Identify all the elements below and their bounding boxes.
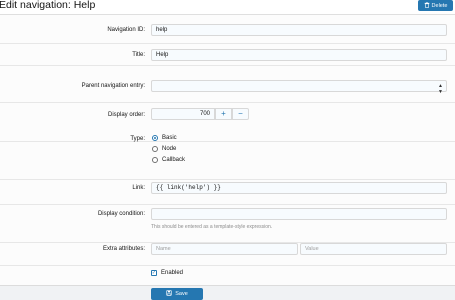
increment-button[interactable]: + <box>215 108 232 120</box>
display-order-label: Display order: <box>107 112 145 118</box>
type-option-callback[interactable]: Callback <box>152 157 185 163</box>
extra-attributes-row: Extra attributes: Name Value <box>0 243 455 266</box>
enabled-checkbox[interactable]: ✓ <box>151 270 157 276</box>
type-row: Basic Node Callback <box>0 135 455 180</box>
select-caret-icon: ▲ ▼ <box>438 83 443 95</box>
delete-button[interactable]: Delete <box>418 0 453 11</box>
edit-navigation-form: Navigation ID: help Title: Help Parent n… <box>0 14 455 289</box>
navigation-id-label: Navigation ID: <box>107 27 145 33</box>
radio-basic[interactable] <box>152 135 158 141</box>
radio-node[interactable] <box>152 146 158 152</box>
page-title: Edit navigation: Help <box>0 0 96 11</box>
enabled-option[interactable]: ✓ Enabled <box>151 270 183 276</box>
attribute-name-input[interactable]: Name <box>151 243 298 255</box>
trash-icon <box>424 1 430 10</box>
link-input[interactable]: {{ link('help') }} <box>151 182 447 194</box>
enabled-row: ✓ Enabled <box>0 266 455 286</box>
radio-callback[interactable] <box>152 157 158 163</box>
save-button-label: Save <box>175 291 188 297</box>
page-header: Edit navigation: Help Delete <box>0 0 455 13</box>
save-icon <box>166 290 172 298</box>
type-option-basic[interactable]: Basic <box>152 135 177 141</box>
title-input[interactable]: Help <box>151 49 447 61</box>
link-row: Link: {{ link('help') }} <box>0 180 455 205</box>
type-option-node[interactable]: Node <box>152 146 176 152</box>
parent-navigation-row: Parent navigation entry: ▲ ▼ <box>0 66 455 103</box>
title-label: Title: <box>132 52 145 58</box>
delete-button-label: Delete <box>431 2 448 9</box>
display-condition-row: Display condition: This should be entere… <box>0 205 455 243</box>
display-condition-input[interactable] <box>151 208 447 220</box>
decrement-button[interactable]: − <box>232 108 249 120</box>
navigation-id-input[interactable]: help <box>151 24 447 36</box>
display-order-input[interactable]: 700 <box>151 108 215 120</box>
extra-attributes-label: Extra attributes: <box>102 246 145 252</box>
parent-navigation-label: Parent navigation entry: <box>81 83 145 89</box>
form-footer: Save <box>0 285 455 300</box>
title-row: Title: Help <box>0 44 455 66</box>
type-option-callback-label: Callback <box>162 157 186 163</box>
type-option-node-label: Node <box>162 146 177 152</box>
type-option-basic-label: Basic <box>162 135 177 141</box>
navigation-id-row: Navigation ID: help <box>0 15 455 44</box>
display-order-row: Display order: 700 + − Type: <box>0 103 455 142</box>
attribute-value-input[interactable]: Value <box>300 243 447 255</box>
link-label: Link: <box>132 185 145 191</box>
display-condition-label: Display condition: <box>97 211 145 217</box>
save-button[interactable]: Save <box>151 288 203 300</box>
enabled-label: Enabled <box>161 270 184 276</box>
parent-navigation-select[interactable]: ▲ ▼ <box>151 80 447 95</box>
display-condition-hint: This should be entered as a template-sty… <box>151 224 273 230</box>
